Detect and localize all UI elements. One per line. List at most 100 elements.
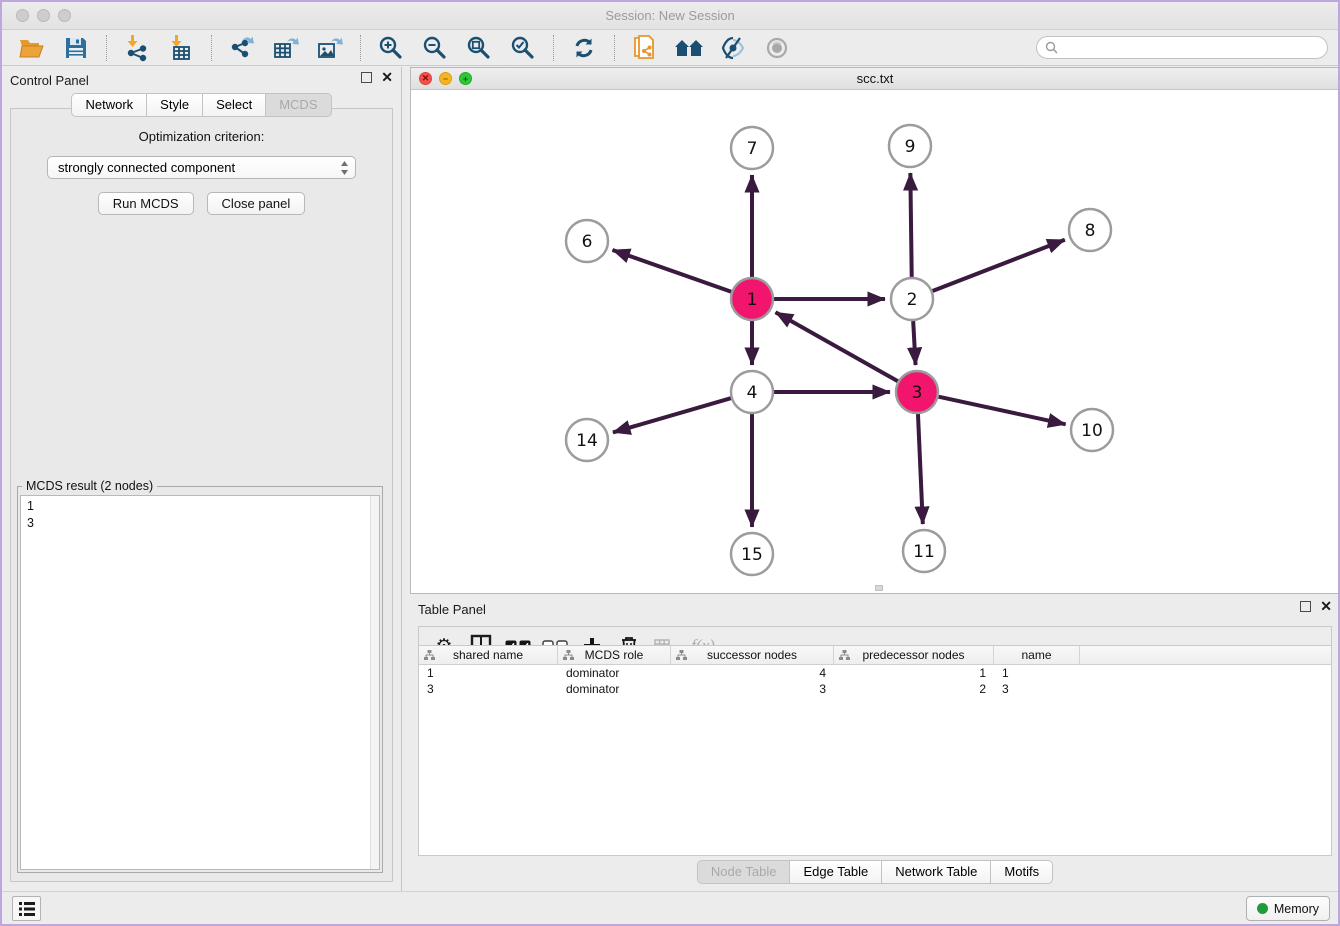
export-network-icon[interactable]: [222, 33, 262, 63]
node-table: shared nameMCDS rolesuccessor nodesprede…: [418, 645, 1332, 856]
column-header-name[interactable]: name: [994, 646, 1080, 664]
column-type-icon: [676, 650, 687, 661]
search-icon: [1045, 41, 1058, 54]
float-table-panel-icon[interactable]: [1300, 601, 1311, 612]
node-label-2: 2: [907, 290, 918, 310]
zoom-out-icon[interactable]: [415, 33, 455, 63]
node-label-9: 9: [905, 137, 916, 157]
column-header-MCDS-role[interactable]: MCDS role: [558, 646, 671, 664]
tab-node-table[interactable]: Node Table: [697, 860, 791, 884]
run-mcds-button[interactable]: Run MCDS: [98, 192, 194, 215]
memory-button[interactable]: Memory: [1246, 896, 1330, 921]
node-label-1: 1: [747, 290, 758, 310]
edge-2-3[interactable]: [913, 321, 915, 365]
table-panel-header: Table Panel ✕: [410, 596, 1340, 622]
column-type-icon: [424, 650, 435, 661]
search-input[interactable]: [1063, 41, 1319, 55]
float-panel-icon[interactable]: [361, 72, 372, 83]
memory-label: Memory: [1274, 902, 1319, 916]
toolbar-separator: [553, 35, 554, 61]
network-frame-title: scc.txt: [411, 71, 1339, 86]
edge-2-8[interactable]: [933, 240, 1065, 291]
tab-motifs[interactable]: Motifs: [990, 860, 1053, 884]
node-label-7: 7: [747, 139, 758, 159]
select-stepper-icon: [340, 160, 349, 176]
status-bar: Memory: [2, 891, 1338, 924]
control-panel-header: Control Panel ✕: [2, 67, 401, 93]
title-bar: Session: New Session: [2, 2, 1338, 30]
tab-network[interactable]: Network: [71, 93, 147, 117]
frame-resize-handle[interactable]: [875, 585, 883, 591]
close-panel-icon[interactable]: ✕: [381, 72, 393, 83]
refresh-icon[interactable]: [564, 33, 604, 63]
network-canvas[interactable]: 7968124314101511: [411, 90, 1339, 593]
toolbar-separator: [614, 35, 615, 61]
table-panel: Table Panel ✕ ⚙: [410, 596, 1340, 892]
node-label-10: 10: [1081, 421, 1103, 441]
node-label-15: 15: [741, 545, 763, 565]
toolbar-separator: [211, 35, 212, 61]
criterion-select[interactable]: strongly connected component: [47, 156, 356, 179]
hide-graphics-details-icon[interactable]: [713, 33, 753, 63]
table-tabs: Node TableEdge TableNetwork TableMotifs: [410, 860, 1340, 884]
import-table-icon[interactable]: [161, 33, 201, 63]
zoom-fit-icon[interactable]: [459, 33, 499, 63]
column-type-icon: [839, 650, 850, 661]
close-panel-button[interactable]: Close panel: [207, 192, 306, 215]
tab-network-table[interactable]: Network Table: [881, 860, 991, 884]
tab-mcds[interactable]: MCDS: [265, 93, 331, 117]
network-frame-titlebar[interactable]: ✕ − + scc.txt: [411, 68, 1339, 90]
save-session-icon[interactable]: [56, 33, 96, 63]
optimization-criterion-label: Optimization criterion:: [11, 129, 392, 144]
close-table-panel-icon[interactable]: ✕: [1320, 601, 1332, 612]
edge-1-6[interactable]: [612, 250, 731, 292]
import-network-icon[interactable]: [117, 33, 157, 63]
control-panel-title: Control Panel: [10, 73, 89, 88]
app-window: Session: New Session: [0, 0, 1340, 926]
control-panel: Control Panel ✕ NetworkStyleSelectMCDS O…: [2, 67, 402, 891]
column-type-icon: [563, 650, 574, 661]
column-header-shared-name[interactable]: shared name: [419, 646, 558, 664]
copy-network-icon[interactable]: [625, 33, 665, 63]
table-row[interactable]: 3dominator323: [419, 681, 1331, 697]
export-table-icon[interactable]: [266, 33, 306, 63]
mcds-panel-body: Optimization criterion: strongly connect…: [10, 108, 393, 882]
show-graphics-details-icon[interactable]: [757, 33, 797, 63]
criterion-selected-value: strongly connected component: [58, 160, 235, 175]
task-list-icon: [19, 902, 35, 916]
edge-3-11[interactable]: [918, 414, 923, 524]
tab-edge-table[interactable]: Edge Table: [789, 860, 882, 884]
first-neighbors-icon[interactable]: [669, 33, 709, 63]
network-view-frame: ✕ − + scc.txt 7968124314101511: [410, 67, 1340, 594]
open-file-icon[interactable]: [12, 33, 52, 63]
tab-style[interactable]: Style: [146, 93, 203, 117]
table-body: 1dominator4113dominator323: [419, 665, 1331, 697]
node-label-4: 4: [747, 383, 758, 403]
memory-status-icon: [1257, 903, 1268, 914]
column-header-successor-nodes[interactable]: successor nodes: [671, 646, 834, 664]
zoom-selected-icon[interactable]: [503, 33, 543, 63]
edge-3-10[interactable]: [938, 397, 1065, 425]
column-header-predecessor-nodes[interactable]: predecessor nodes: [834, 646, 994, 664]
main-area: Control Panel ✕ NetworkStyleSelectMCDS O…: [2, 67, 1338, 891]
node-label-8: 8: [1085, 221, 1096, 241]
search-field[interactable]: [1036, 36, 1328, 59]
node-label-6: 6: [582, 232, 593, 252]
edge-4-14[interactable]: [613, 398, 731, 432]
export-image-icon[interactable]: [310, 33, 350, 63]
table-row[interactable]: 1dominator411: [419, 665, 1331, 681]
result-scrollbar[interactable]: [370, 496, 379, 869]
node-label-14: 14: [576, 431, 598, 451]
control-panel-tabs: NetworkStyleSelectMCDS: [2, 93, 401, 117]
tab-select[interactable]: Select: [202, 93, 266, 117]
mcds-result-text[interactable]: 13: [20, 495, 380, 870]
table-header-row: shared nameMCDS rolesuccessor nodesprede…: [419, 646, 1331, 665]
edge-2-9[interactable]: [910, 173, 911, 277]
edge-3-1[interactable]: [776, 312, 898, 381]
table-panel-title: Table Panel: [418, 602, 486, 617]
network-graph[interactable]: 7968124314101511: [411, 90, 1339, 593]
mcds-result-groupbox: MCDS result (2 nodes) 13: [17, 486, 383, 873]
task-history-button[interactable]: [12, 896, 41, 921]
zoom-in-icon[interactable]: [371, 33, 411, 63]
node-label-11: 11: [913, 542, 935, 562]
